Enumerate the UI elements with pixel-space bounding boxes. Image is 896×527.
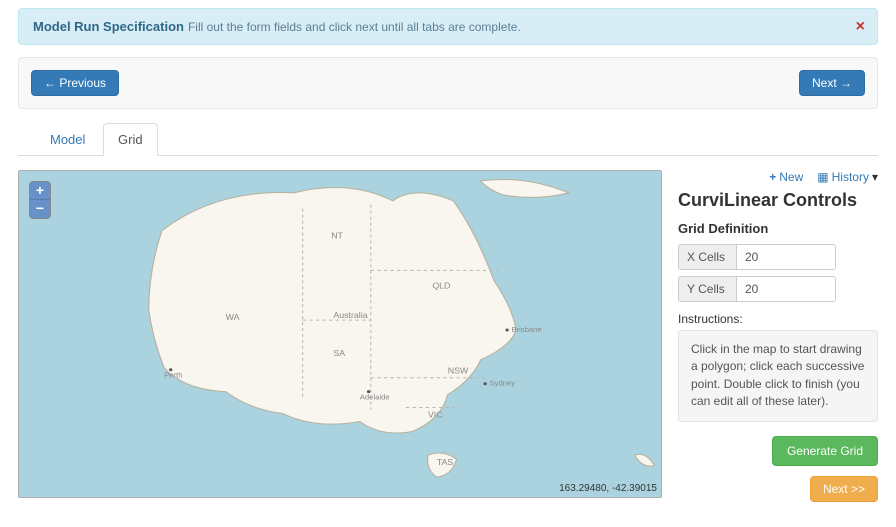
map-label-vic: VIC xyxy=(428,410,443,419)
map-label-tas: TAS xyxy=(437,458,454,467)
y-cells-label: Y Cells xyxy=(678,276,736,302)
next-button[interactable]: Next → xyxy=(799,70,865,96)
caret-down-icon: ▾ xyxy=(872,170,878,184)
map[interactable]: WA NT QLD SA NSW VIC TAS Australia Perth… xyxy=(18,170,662,498)
tabs: Model Grid xyxy=(18,123,878,156)
tab-grid[interactable]: Grid xyxy=(103,123,158,156)
zoom-controls: + − xyxy=(29,181,51,219)
map-label-nt: NT xyxy=(331,231,343,240)
instructions-text: Click in the map to start drawing a poly… xyxy=(678,330,878,422)
zoom-in-button[interactable]: + xyxy=(30,182,50,200)
map-label-perth: Perth xyxy=(164,371,182,380)
alert-message: Fill out the form fields and click next … xyxy=(188,20,521,34)
side-panel: + New ▦ History ▾ CurviLinear Controls G… xyxy=(678,170,878,502)
map-label-brisbane: Brisbane xyxy=(511,325,541,334)
grid-definition-heading: Grid Definition xyxy=(678,221,878,236)
map-label-nsw: NSW xyxy=(448,366,469,375)
map-coordinates: 163.29480, -42.39015 xyxy=(559,483,657,494)
history-link[interactable]: ▦ History ▾ xyxy=(817,170,878,184)
map-label-wa: WA xyxy=(226,312,240,321)
map-label-sydney: Sydney xyxy=(490,379,516,388)
map-label-adelaide: Adelaide xyxy=(360,393,390,402)
alert-title: Model Run Specification xyxy=(33,19,184,34)
map-label-qld: QLD xyxy=(432,281,450,290)
x-cells-input[interactable] xyxy=(736,244,836,270)
zoom-out-button[interactable]: − xyxy=(30,200,50,218)
map-canvas: WA NT QLD SA NSW VIC TAS Australia Perth… xyxy=(19,171,661,497)
close-icon[interactable]: × xyxy=(856,18,865,36)
previous-button[interactable]: ← Previous xyxy=(31,70,119,96)
side-next-button[interactable]: Next >> xyxy=(810,476,878,502)
tab-model[interactable]: Model xyxy=(36,124,99,155)
map-label-australia: Australia xyxy=(333,311,368,320)
alert-banner: Model Run Specification Fill out the for… xyxy=(18,8,878,45)
grid-icon: ▦ xyxy=(817,170,828,184)
y-cells-group: Y Cells xyxy=(678,276,848,302)
wizard-nav: ← Previous Next → xyxy=(18,57,878,109)
generate-grid-button[interactable]: Generate Grid xyxy=(772,436,878,466)
map-label-sa: SA xyxy=(333,348,345,357)
x-cells-label: X Cells xyxy=(678,244,736,270)
x-cells-group: X Cells xyxy=(678,244,848,270)
new-link[interactable]: + New xyxy=(769,170,803,184)
instructions-label: Instructions: xyxy=(678,312,878,326)
y-cells-input[interactable] xyxy=(736,276,836,302)
controls-title: CurviLinear Controls xyxy=(678,190,878,211)
plus-icon: + xyxy=(769,170,776,184)
